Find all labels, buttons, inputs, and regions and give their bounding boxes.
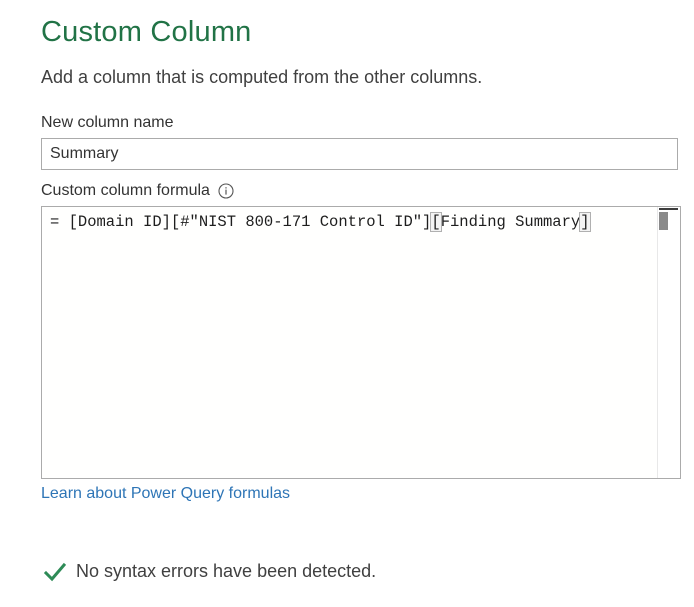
minimap-slider[interactable]	[659, 212, 668, 230]
syntax-status-text: No syntax errors have been detected.	[76, 561, 377, 581]
formula-field-reference: Finding Summary	[440, 213, 581, 231]
new-column-name-label: New column name	[41, 114, 174, 131]
dialog-subtitle: Add a column that is computed from the o…	[41, 67, 483, 87]
formula-editor[interactable]: = [Domain ID][#"NIST 800-171 Control ID"…	[41, 206, 681, 479]
custom-column-formula-label: Custom column formula	[41, 182, 210, 199]
check-icon	[44, 562, 66, 581]
learn-power-query-link[interactable]: Learn about Power Query formulas	[41, 485, 290, 503]
editor-minimap[interactable]	[657, 207, 680, 478]
bracket-match-close: ]	[579, 212, 591, 232]
formula-label-row: Custom column formula	[41, 182, 234, 200]
syntax-status: No syntax errors have been detected.	[44, 561, 376, 582]
new-column-name-input[interactable]	[41, 138, 678, 170]
dialog-title: Custom Column	[41, 16, 252, 48]
info-icon[interactable]	[218, 183, 234, 199]
custom-column-dialog: Custom Column Add a column that is compu…	[0, 0, 694, 607]
minimap-viewport-indicator	[659, 208, 678, 210]
bracket-match-open: [	[430, 212, 442, 232]
formula-prefix: = [Domain ID][#"NIST 800-171 Control ID"…	[50, 213, 432, 231]
formula-text[interactable]: = [Domain ID][#"NIST 800-171 Control ID"…	[50, 212, 591, 232]
